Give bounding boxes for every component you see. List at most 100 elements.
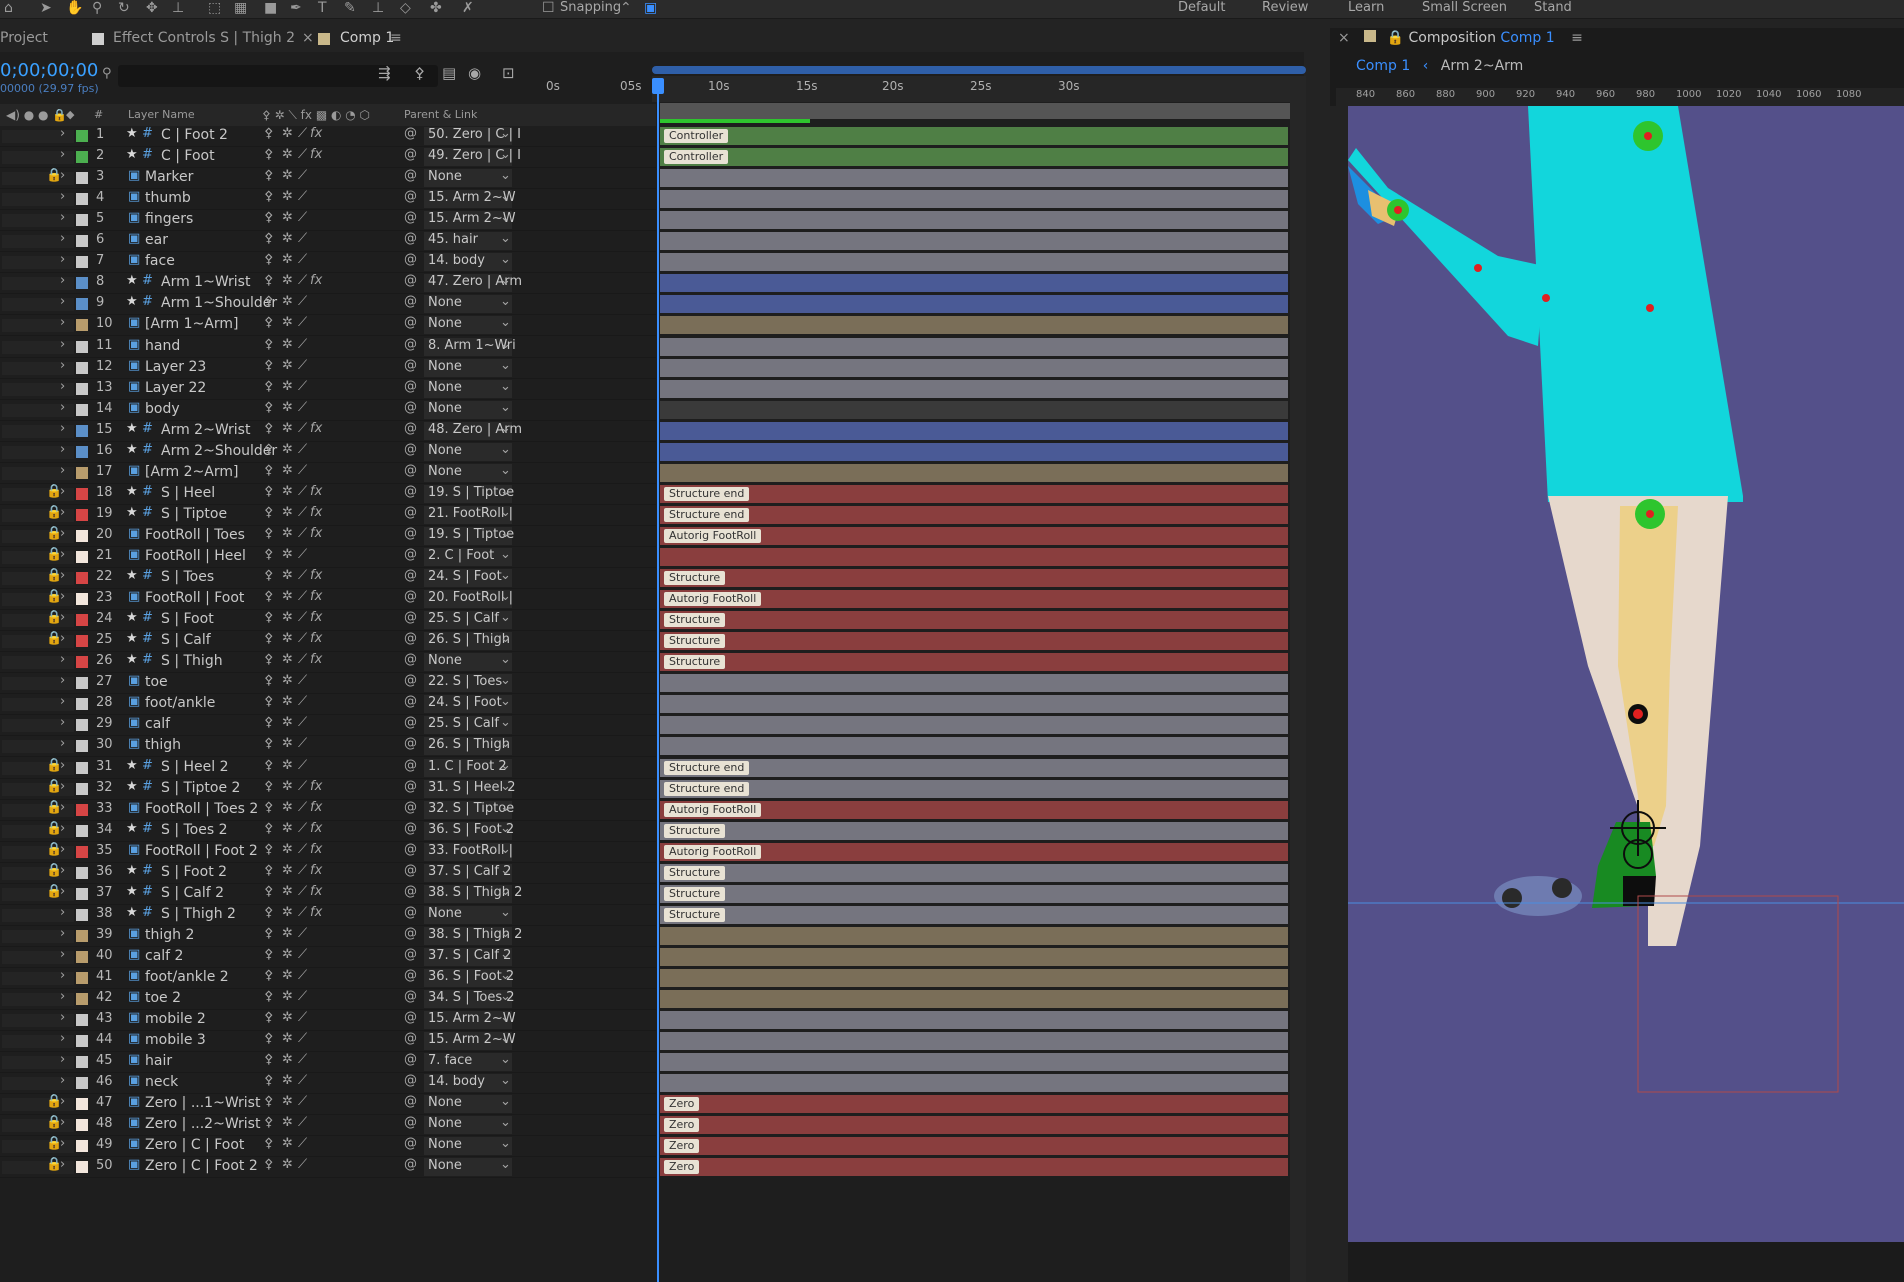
layer-duration-bar[interactable]: Autorig FootRoll (660, 801, 1288, 819)
parent-dropdown[interactable]: 26. S | Thigh ⌄ (424, 736, 512, 755)
layer-duration-bar[interactable] (660, 295, 1288, 313)
chevron-right-icon[interactable]: › (60, 1157, 65, 1172)
label-color-swatch[interactable] (76, 740, 88, 752)
collapse-switch-icon[interactable]: ✲ (282, 694, 293, 709)
layer-name[interactable]: foot/ankle (145, 695, 215, 711)
effects-icon[interactable]: fx (310, 905, 322, 920)
parent-dropdown[interactable]: 19. S | Tiptoe ⌄ (424, 484, 514, 503)
label-color-swatch[interactable] (76, 172, 88, 184)
effects-icon[interactable]: fx (310, 652, 322, 667)
quality-switch-icon[interactable]: ⟋ (298, 1094, 307, 1109)
layer-duration-bar[interactable]: Autorig FootRoll (660, 527, 1288, 545)
layer-name[interactable]: thumb (145, 190, 191, 206)
pick-whip-icon[interactable]: @ (404, 126, 417, 141)
layer-name-column-header[interactable]: Layer Name (128, 108, 195, 121)
shy-switch-icon[interactable]: ⚴ (264, 400, 274, 415)
layer-name[interactable]: Zero | ...1~Wrist (145, 1095, 260, 1111)
layer-duration-bar[interactable] (660, 169, 1288, 187)
label-color-swatch[interactable] (76, 404, 88, 416)
chevron-right-icon[interactable]: › (60, 484, 65, 499)
hand-tool-icon[interactable]: ✋ (66, 0, 83, 16)
tab-effect-controls[interactable]: Effect Controls S | Thigh 2 (113, 30, 295, 46)
quality-switch-icon[interactable]: ⟋ (298, 442, 307, 457)
chevron-right-icon[interactable]: › (60, 779, 65, 794)
quality-switch-icon[interactable]: ⟋ (298, 758, 307, 773)
layer-name[interactable]: ear (145, 232, 168, 248)
shy-switch-icon[interactable]: ⚴ (264, 926, 274, 941)
pick-whip-icon[interactable]: @ (404, 779, 417, 794)
pick-whip-icon[interactable]: @ (404, 1073, 417, 1088)
chevron-right-icon[interactable]: › (60, 126, 65, 141)
workspace-learn[interactable]: Learn (1348, 0, 1384, 15)
layer-duration-bar[interactable] (660, 674, 1288, 692)
pen-tool-icon[interactable]: ✒ (290, 0, 302, 16)
quality-switch-icon[interactable]: ⟋ (298, 779, 307, 794)
pick-whip-icon[interactable]: @ (404, 736, 417, 751)
parent-dropdown[interactable]: None ⌄ (424, 168, 512, 187)
label-color-swatch[interactable] (76, 993, 88, 1005)
layer-row[interactable]: › 12 ▣ Layer 23 ⚴ ✲ ⟋ @ None ⌄ (0, 358, 656, 379)
label-color-swatch[interactable] (76, 1056, 88, 1068)
parent-dropdown[interactable]: None ⌄ (424, 1115, 512, 1134)
layer-name[interactable]: Arm 1~Wrist (161, 274, 250, 290)
collapse-switch-icon[interactable]: ✲ (282, 1115, 293, 1130)
chevron-right-icon[interactable]: › (60, 610, 65, 625)
layer-row[interactable]: 🔒 › 36 ★ # S | Foot 2 ⚴ ✲ ⟋ fx @37. S | Calf 2 ⌄ (0, 863, 656, 884)
collapse-switch-icon[interactable]: ✲ (282, 589, 293, 604)
tab-comp[interactable]: Comp 1 (340, 30, 394, 46)
effects-icon[interactable]: fx (310, 631, 322, 646)
effects-icon[interactable]: fx (310, 800, 322, 815)
pick-whip-icon[interactable]: @ (404, 147, 417, 162)
collapse-switch-icon[interactable]: ✲ (282, 989, 293, 1004)
chevron-right-icon[interactable]: › (60, 358, 65, 373)
shy-switch-icon[interactable]: ⚴ (264, 126, 274, 141)
quality-switch-icon[interactable]: ⟋ (298, 673, 307, 688)
chevron-right-icon[interactable]: › (60, 1073, 65, 1088)
layer-name[interactable]: mobile 2 (145, 1011, 206, 1027)
quality-switch-icon[interactable]: ⟋ (298, 884, 307, 899)
layer-duration-bar[interactable] (660, 401, 1288, 419)
collapse-switch-icon[interactable]: ✲ (282, 821, 293, 836)
work-area-bar[interactable] (652, 66, 1306, 74)
collapse-switch-icon[interactable]: ✲ (282, 526, 293, 541)
collapse-switch-icon[interactable]: ✲ (282, 168, 293, 183)
collapse-switch-icon[interactable]: ✲ (282, 484, 293, 499)
label-color-swatch[interactable] (76, 1119, 88, 1131)
chevron-right-icon[interactable]: › (60, 526, 65, 541)
chevron-right-icon[interactable]: › (60, 673, 65, 688)
chevron-right-icon[interactable]: › (60, 800, 65, 815)
layer-name[interactable]: FootRoll | Toes (145, 527, 245, 543)
layer-row[interactable]: › 45 ▣ hair ⚴ ✲ ⟋ @7. face ⌄ (0, 1052, 656, 1073)
label-color-swatch[interactable] (76, 256, 88, 268)
pick-whip-icon[interactable]: @ (404, 210, 417, 225)
chevron-right-icon[interactable]: › (60, 968, 65, 983)
pick-whip-icon[interactable]: @ (404, 379, 417, 394)
quality-switch-icon[interactable]: ⟋ (298, 1136, 307, 1151)
layer-row[interactable]: › 42 ▣ toe 2 ⚴ ✲ ⟋ @34. S | Toes 2 ⌄ (0, 989, 656, 1010)
pick-whip-icon[interactable]: @ (404, 968, 417, 983)
parent-dropdown[interactable]: None ⌄ (424, 905, 512, 924)
collapse-switch-icon[interactable]: ✲ (282, 210, 293, 225)
layer-duration-bar[interactable] (660, 1011, 1288, 1029)
label-color-swatch[interactable] (76, 972, 88, 984)
parent-dropdown[interactable]: 33. FootRoll | ⌄ (424, 842, 513, 861)
layer-row[interactable]: 🔒 › 50 ▣ Zero | C | Foot 2 ⚴ ✲ ⟋ @ None ⌄ (0, 1157, 656, 1178)
collapse-switch-icon[interactable]: ✲ (282, 147, 293, 162)
collapse-switch-icon[interactable]: ✲ (282, 926, 293, 941)
pick-whip-icon[interactable]: @ (404, 884, 417, 899)
label-color-swatch[interactable] (76, 698, 88, 710)
pick-whip-icon[interactable]: @ (404, 1010, 417, 1025)
label-color-swatch[interactable] (76, 1035, 88, 1047)
collapse-switch-icon[interactable]: ✲ (282, 568, 293, 583)
collapse-switch-icon[interactable]: ✲ (282, 463, 293, 478)
layer-row[interactable]: › 40 ▣ calf 2 ⚴ ✲ ⟋ @37. S | Calf 2 ⌄ (0, 947, 656, 968)
quality-switch-icon[interactable]: ⟋ (298, 968, 307, 983)
shy-switch-icon[interactable]: ⚴ (264, 568, 274, 583)
layer-duration-bar[interactable] (660, 422, 1288, 440)
layer-name[interactable]: neck (145, 1074, 178, 1090)
pick-whip-icon[interactable]: @ (404, 168, 417, 183)
label-color-swatch[interactable] (76, 425, 88, 437)
layer-name[interactable]: Zero | C | Foot (145, 1137, 244, 1153)
shy-switch-icon[interactable]: ⚴ (264, 526, 274, 541)
layer-name[interactable]: FootRoll | Heel (145, 548, 246, 564)
